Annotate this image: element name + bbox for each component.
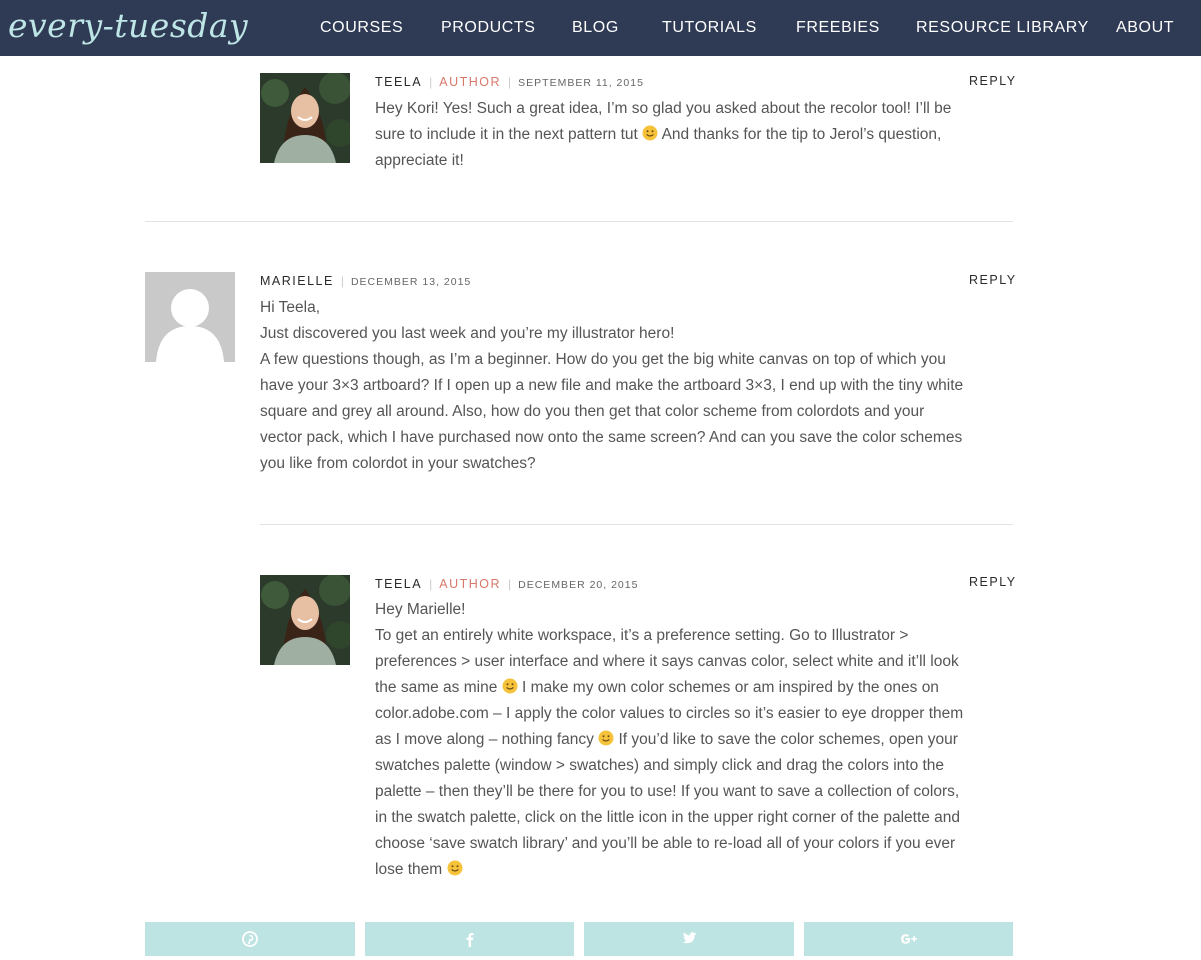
comment-date[interactable]: SEPTEMBER 11, 2015 (518, 77, 644, 89)
comment-line: square and grey all around. Also, how do… (260, 403, 925, 420)
share-pinterest-button[interactable] (145, 922, 355, 956)
comment-meta: TEELA | AUTHOR | DECEMBER 20, 2015 (375, 577, 639, 591)
comment-meta: MARIELLE | DECEMBER 13, 2015 (260, 274, 472, 288)
reply-button[interactable]: REPLY (969, 575, 1017, 589)
reply-button[interactable]: REPLY (969, 74, 1017, 88)
comment-line: To get an entirely white workspace, it’s… (375, 627, 909, 644)
smiley-emoji-icon (502, 678, 518, 694)
nav-resource-library[interactable]: RESOURCE LIBRARY (916, 19, 1089, 37)
avatar (260, 575, 350, 665)
comment-line: color.adobe.com – I apply the color valu… (375, 705, 964, 722)
comment-line: appreciate it! (375, 152, 464, 169)
comment-line: preferences > user interface and where i… (375, 653, 959, 670)
comment-divider (145, 221, 1013, 222)
smiley-emoji-icon (447, 860, 463, 876)
comment-author-name[interactable]: TEELA (375, 577, 422, 591)
comment-date[interactable]: DECEMBER 13, 2015 (351, 276, 471, 288)
comment-line: Hey Kori! Yes! Such a great idea, I’m so… (375, 100, 952, 117)
google-plus-icon (900, 934, 917, 944)
share-google-plus-button[interactable] (804, 922, 1013, 956)
comment-line: vector pack, which I have purchased now … (260, 429, 963, 446)
comment-meta: TEELA | AUTHOR | SEPTEMBER 11, 2015 (375, 75, 644, 89)
comment-line: the same as mine I make my own color sch… (375, 678, 939, 696)
default-avatar (145, 272, 235, 362)
smiley-emoji-icon (642, 125, 658, 141)
nav-products[interactable]: PRODUCTS (441, 19, 536, 37)
share-twitter-button[interactable] (584, 922, 794, 956)
comment-line: have your 3×3 artboard? If I open up a n… (260, 377, 964, 394)
comment-date[interactable]: DECEMBER 20, 2015 (518, 579, 638, 591)
comment-line: in the swatch palette, click on the litt… (375, 809, 961, 826)
comment-line: as I move along – nothing fancy If you’d… (375, 730, 958, 748)
share-facebook-button[interactable] (365, 922, 574, 956)
author-badge: AUTHOR (439, 75, 502, 89)
comment-body: Hey Kori! Yes! Such a great idea, I’m so… (375, 96, 1015, 174)
comment-body: Hey Marielle! To get an entirely white w… (375, 597, 1020, 883)
comment-line: Just discovered you last week and you’re… (260, 325, 675, 342)
comment-author-name[interactable]: TEELA (375, 75, 422, 89)
comment-divider (260, 524, 1013, 525)
comment-author-name[interactable]: MARIELLE (260, 274, 334, 288)
comment-line: swatches palette (window > swatches) and… (375, 757, 945, 774)
comment-line: Hi Teela, (260, 299, 321, 316)
comment-body: Hi Teela, Just discovered you last week … (260, 295, 1020, 477)
site-logo[interactable]: every-tuesday (8, 6, 248, 45)
nav-courses[interactable]: COURSES (320, 19, 403, 37)
comment-line: palette – then they’ll be there for you … (375, 783, 960, 800)
nav-freebies[interactable]: FREEBIES (796, 19, 880, 37)
site-header: every-tuesday COURSES PRODUCTS BLOG TUTO… (0, 0, 1201, 56)
nav-about[interactable]: ABOUT (1116, 19, 1174, 37)
nav-tutorials[interactable]: TUTORIALS (662, 19, 757, 37)
nav-blog[interactable]: BLOG (572, 19, 619, 37)
comment-line: sure to include it in the next pattern t… (375, 125, 942, 143)
pinterest-icon (242, 931, 258, 947)
comment-line: A few questions though, as I’m a beginne… (260, 351, 946, 368)
facebook-icon (466, 933, 473, 947)
reply-button[interactable]: REPLY (969, 273, 1017, 287)
comment-line: you like from colordot in your swatches? (260, 455, 536, 472)
comment-line: Hey Marielle! (375, 601, 466, 618)
comment-line: lose them (375, 857, 1020, 883)
smiley-emoji-icon (598, 730, 614, 746)
twitter-icon (682, 932, 697, 944)
avatar (260, 73, 350, 163)
author-badge: AUTHOR (439, 577, 502, 591)
comment-line: choose ‘save swatch library’ and you’ll … (375, 835, 956, 852)
